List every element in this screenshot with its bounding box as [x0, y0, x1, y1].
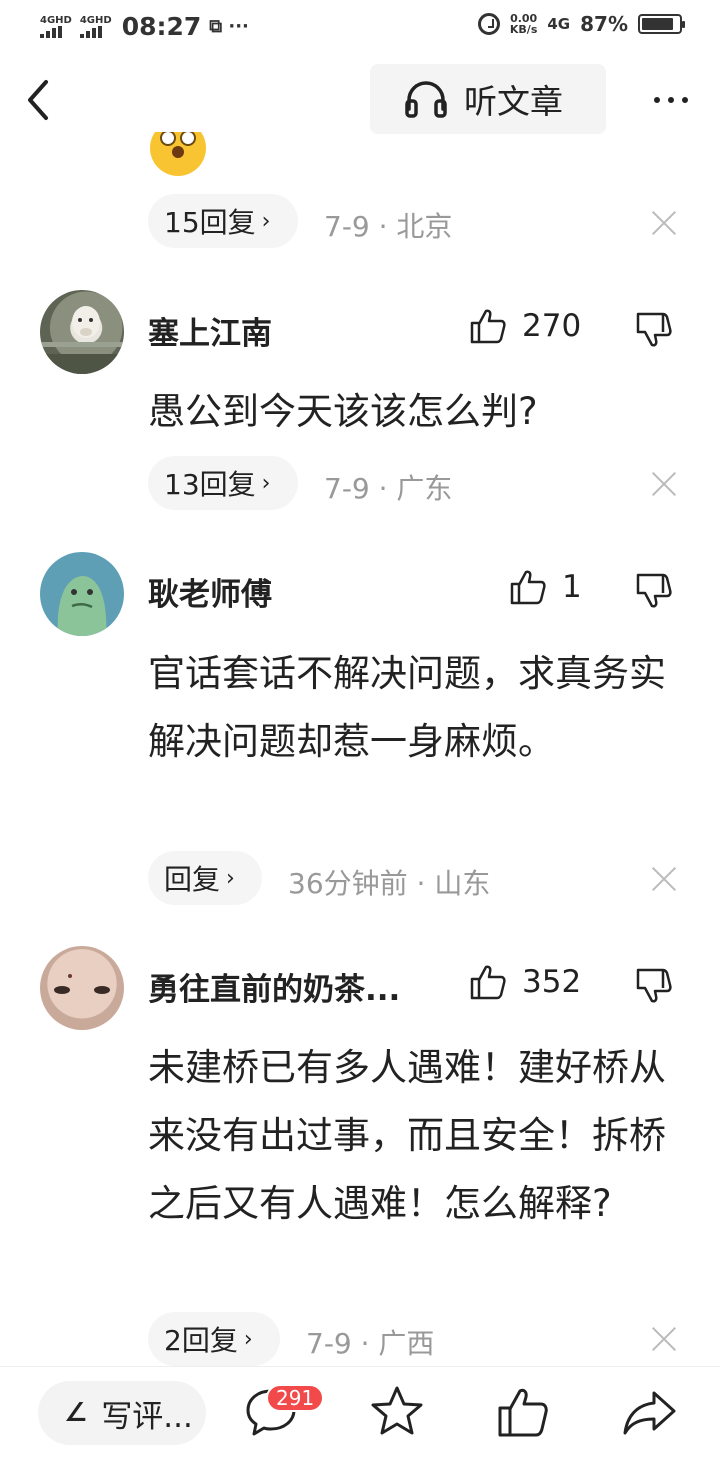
listen-label: 听文章	[464, 82, 563, 121]
chevron-left-icon	[28, 80, 48, 120]
thumbs-down-icon[interactable]	[634, 966, 674, 1006]
thumbs-up-icon[interactable]	[508, 567, 548, 607]
signal-icon: 4GHD	[40, 15, 72, 38]
comment-meta: 7-9 · 广东	[324, 472, 453, 505]
like-count: 352	[522, 964, 582, 1000]
dot-icon	[682, 97, 688, 103]
bottom-action-bar: ∠ 写评...	[0, 1366, 720, 1460]
username[interactable]: 塞上江南	[148, 308, 272, 353]
face-avatar-icon	[54, 974, 110, 994]
chevron-right-icon: ›	[243, 1326, 253, 1352]
close-icon[interactable]	[651, 866, 677, 892]
cartoon-avatar-icon	[57, 576, 107, 636]
signal-icon-2: 4GHD	[79, 15, 112, 38]
surprised-emoji-icon	[150, 132, 206, 176]
avatar[interactable]	[40, 946, 124, 1030]
status-bar: 4GHD 4GHD 08:27 ⧉ ··· 0.00 KB/s 4G 87%	[0, 0, 720, 56]
comment-meta: 36分钟前 · 山东	[288, 867, 491, 900]
thumbs-down-icon[interactable]	[634, 310, 674, 350]
comment-meta: 7-9 · 广西	[306, 1327, 435, 1360]
notification-icons: ⧉ ···	[209, 16, 249, 37]
avatar[interactable]	[40, 290, 124, 374]
share-icon[interactable]	[620, 1383, 678, 1441]
thumbs-down-icon[interactable]	[634, 571, 674, 611]
alpaca-avatar-icon	[40, 306, 124, 374]
clock: 08:27	[121, 12, 202, 41]
comment-count-badge: 291	[266, 1384, 325, 1412]
like-count: 270	[522, 308, 582, 344]
comment-text: 愚公到今天该该怎么判?	[148, 390, 538, 433]
dot-icon	[668, 97, 674, 103]
close-icon[interactable]	[651, 471, 677, 497]
reply-button[interactable]: 15回复 ›	[148, 194, 298, 248]
reply-button[interactable]: 2回复 ›	[148, 1312, 280, 1366]
write-comment-button[interactable]: ∠ 写评...	[38, 1381, 206, 1445]
dot-icon	[654, 97, 660, 103]
reply-button[interactable]: 13回复 ›	[148, 456, 298, 510]
star-icon[interactable]	[368, 1383, 426, 1441]
chevron-right-icon: ›	[261, 208, 271, 234]
comment-meta: 7-9 · 北京	[324, 210, 453, 243]
username[interactable]: 耿老师傅	[148, 569, 272, 614]
avatar[interactable]	[40, 552, 124, 636]
battery-icon	[638, 14, 685, 34]
reply-button[interactable]: 回复 ›	[148, 851, 262, 905]
more-options-button[interactable]	[646, 82, 696, 118]
chevron-right-icon: ›	[261, 470, 271, 496]
listen-article-button[interactable]: 听文章	[370, 64, 606, 134]
write-comment-label: 写评...	[101, 1398, 193, 1435]
alarm-icon	[477, 13, 500, 35]
thumbs-up-icon[interactable]	[468, 306, 508, 346]
thumbs-up-icon[interactable]	[494, 1383, 552, 1441]
comment-text: 官话套话不解决问题，求真务实解决问题却惹一身麻烦。	[148, 652, 666, 763]
battery-percent: 87%	[580, 12, 628, 36]
comment-text: 未建桥已有多人遇难！建好桥从来没有出过事，而且安全！拆桥之后又有人遇难！怎么解释…	[148, 1046, 666, 1225]
close-icon[interactable]	[651, 1326, 677, 1352]
close-icon[interactable]	[651, 210, 677, 236]
network-type: 4G	[547, 15, 571, 33]
pen-icon: ∠	[64, 1398, 88, 1428]
headphones-icon	[405, 81, 447, 118]
chevron-right-icon: ›	[226, 865, 235, 891]
thumbs-up-icon[interactable]	[468, 962, 508, 1002]
like-count: 1	[562, 569, 582, 605]
network-speed: 0.00 KB/s	[509, 12, 538, 36]
back-button[interactable]	[22, 78, 62, 122]
username[interactable]: 勇往直前的奶茶...	[148, 964, 400, 1009]
